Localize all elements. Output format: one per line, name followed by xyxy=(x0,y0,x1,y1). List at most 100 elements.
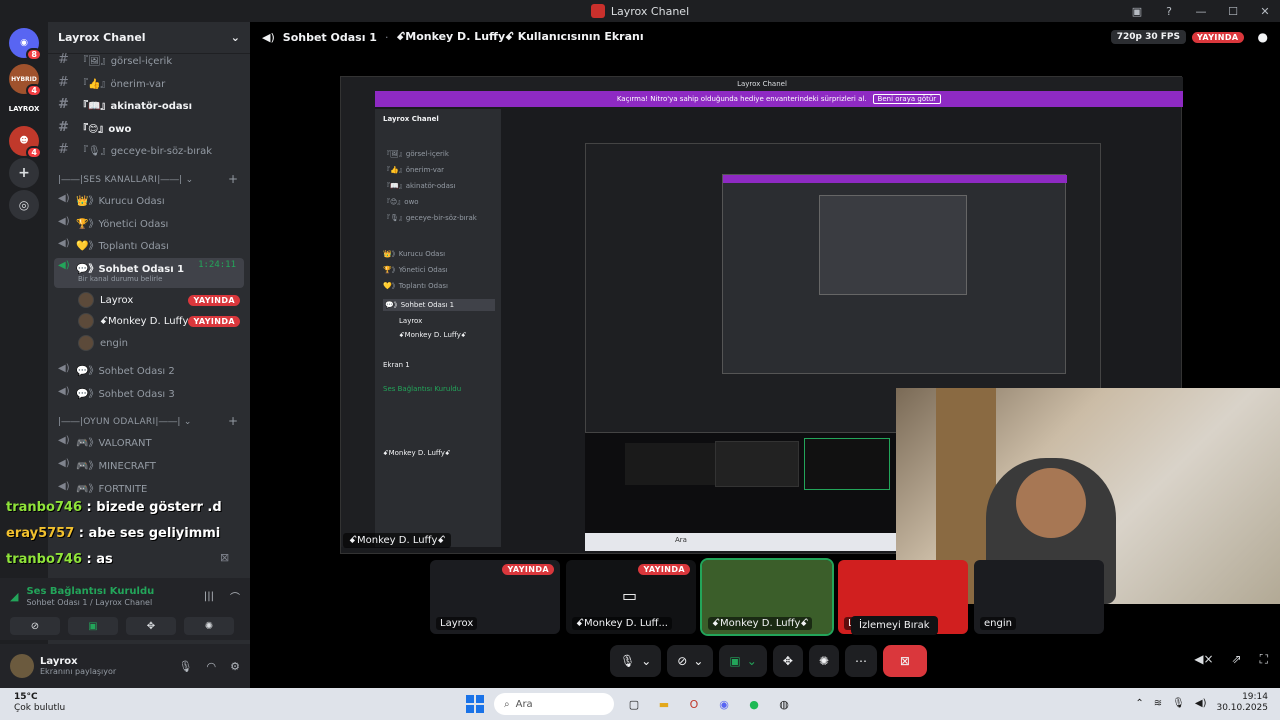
voice-channel-sohbet-3[interactable]: ◀) 💬》Sohbet Odası 3 xyxy=(58,383,175,401)
channel-gorsel-icerik[interactable]: # 『🖼』görsel-içerik xyxy=(58,50,172,68)
activities-icon: ✥ xyxy=(146,620,156,632)
speaker-icon: ◀) xyxy=(262,30,275,44)
voice-member[interactable]: ꗃMonkey D. Luffyꗃ YAYINDA xyxy=(78,312,246,330)
channel-status[interactable]: Bir kanal durumu belirle xyxy=(78,275,162,283)
chevron-down-icon: ⌄ xyxy=(641,654,652,668)
stage-header: ◀) Sohbet Odası 1 · ꗃMonkey D. Luffyꗃ Ku… xyxy=(262,30,1268,44)
task-view-icon[interactable]: ▢ xyxy=(624,694,644,714)
soundboard-button[interactable]: ✺ xyxy=(808,645,839,677)
voice-channel-toplanti[interactable]: ◀) 💛》Toplantı Odası xyxy=(58,235,169,253)
category-oyun-odalari[interactable]: |――|OYUN ODALARI|――| ⌄ xyxy=(58,417,192,427)
popout-icon[interactable]: ⇗ xyxy=(1232,652,1242,667)
inbox-icon[interactable]: ▣ xyxy=(1130,5,1144,18)
screen-share-button[interactable]: ▣ ⌄ xyxy=(719,645,767,677)
voice-channel-valorant[interactable]: ◀) 🎮》VALORANT xyxy=(58,432,152,450)
chevron-down-icon: ⌄ xyxy=(693,654,704,668)
add-server-button[interactable]: + xyxy=(9,158,39,188)
opera-icon[interactable]: O xyxy=(684,694,704,714)
help-icon[interactable]: ? xyxy=(1162,5,1176,18)
network-icon[interactable]: ≋ xyxy=(1154,698,1162,709)
more-button[interactable]: ⋯ xyxy=(844,645,877,677)
microphone-button[interactable]: 🎙 ⌄ xyxy=(610,645,662,677)
home-button[interactable]: ◉ 8 xyxy=(9,28,42,61)
voice-channel-sohbet-1[interactable]: ◀) 💬》Sohbet Odası 1 1:24:11 Bir kanal du… xyxy=(54,258,244,288)
mention-badge: 8 xyxy=(26,48,42,61)
taskbar-search[interactable]: ⌕ Ara xyxy=(494,693,614,715)
participant-tile[interactable]: ꗃMonkey D. Luffyꗃ xyxy=(700,558,834,636)
server-icon-hybrid[interactable]: HYBRID 4 xyxy=(9,64,42,97)
speaker-icon: ◀) xyxy=(58,481,70,492)
nested-screen-3 xyxy=(819,195,967,295)
microphone-icon[interactable]: 🎙 xyxy=(179,660,193,673)
hash-icon: # xyxy=(58,96,69,112)
weather-widget[interactable]: 15°C Çok bulutlu xyxy=(14,692,65,714)
chevron-up-icon[interactable]: ⌃ xyxy=(1135,698,1143,709)
soundboard-button[interactable]: ✺ xyxy=(184,617,234,635)
discover-button[interactable]: ◎ xyxy=(9,190,39,220)
voice-channel-yonetici[interactable]: ◀) 🏆》Yönetici Odası xyxy=(58,213,168,231)
chat-overlay-line: tranbo746 : bizede gösterr .d xyxy=(6,500,222,515)
voice-member[interactable]: Layrox YAYINDA xyxy=(78,291,246,309)
voice-channel-path[interactable]: Sohbet Odası 1 / Layrox Chanel xyxy=(26,598,154,607)
stop-watching-button[interactable]: ⊠ xyxy=(882,645,927,677)
app-logo-icon xyxy=(590,4,605,18)
start-button[interactable] xyxy=(466,695,484,713)
participant-tile[interactable]: engin xyxy=(974,560,1104,634)
chat-overlay-line: eray5757 : abe ses geliyimmi xyxy=(6,526,221,541)
microphone-icon[interactable]: 🎙 xyxy=(1172,698,1185,709)
activities-button[interactable]: ✥ xyxy=(772,645,803,677)
participant-tile[interactable]: YAYINDA Layrox xyxy=(430,560,560,634)
screen-share-icon: ▣ xyxy=(88,620,98,632)
server-icon-layrox[interactable]: LAYROX xyxy=(9,94,39,124)
github-icon[interactable]: ◍ xyxy=(774,694,794,714)
inner-server-list xyxy=(341,91,375,547)
chat-bubble-icon[interactable]: ● xyxy=(1258,30,1268,44)
channel-akinator-odasi[interactable]: # 『📖』akinatör-odası xyxy=(58,95,192,113)
shared-titlebar: Layrox Chanel xyxy=(341,77,1183,91)
speaker-icon: ◀) xyxy=(58,238,70,249)
add-channel-button[interactable]: + xyxy=(228,172,238,186)
camera-off-button[interactable]: ⊘ xyxy=(10,617,60,635)
speaker-icon: ◀) xyxy=(58,458,70,469)
camera-button[interactable]: ⊘ ⌄ xyxy=(667,645,714,677)
fullscreen-icon[interactable]: ⛶ xyxy=(1260,652,1268,667)
close-button[interactable]: ✕ xyxy=(1258,5,1272,18)
speaker-icon: ◀) xyxy=(58,193,70,204)
avatar xyxy=(78,335,94,351)
voice-channel-fortnite[interactable]: ◀) 🎮》FORTNITE xyxy=(58,478,147,496)
file-explorer-icon[interactable]: ▬ xyxy=(654,694,674,714)
avatar[interactable] xyxy=(10,654,34,678)
channel-onerim-var[interactable]: # 『👍』önerim-var xyxy=(58,73,165,91)
clock[interactable]: 19:14 30.10.2025 xyxy=(1216,692,1268,714)
server-icon-active[interactable]: ☻ 4 xyxy=(9,126,42,159)
volume-mute-icon[interactable]: ◀× xyxy=(1194,652,1213,667)
gear-icon[interactable]: ⚙ xyxy=(230,660,240,673)
username: Layrox xyxy=(40,656,78,667)
minimize-button[interactable]: — xyxy=(1194,5,1208,18)
headphones-icon[interactable]: ◠ xyxy=(207,660,217,673)
activities-button[interactable]: ✥ xyxy=(126,617,176,635)
screen-share-button[interactable]: ▣ xyxy=(68,617,118,635)
disconnect-icon[interactable]: ⌒ xyxy=(230,589,240,604)
voice-status[interactable]: Ses Bağlantısı Kuruldu xyxy=(26,586,154,597)
discord-icon: ◉ xyxy=(20,38,28,48)
volume-icon[interactable]: ◀) xyxy=(1195,698,1207,709)
noise-suppression-icon[interactable]: ||| xyxy=(204,591,214,602)
spotify-icon[interactable]: ● xyxy=(744,694,764,714)
add-channel-button[interactable]: + xyxy=(228,414,238,428)
category-ses-kanallari[interactable]: |――|SES KANALLARI|――| ⌄ xyxy=(58,175,194,185)
maximize-button[interactable]: ☐ xyxy=(1226,5,1240,18)
discord-taskbar-icon[interactable]: ◉ xyxy=(714,694,734,714)
mention-badge: 4 xyxy=(26,146,42,159)
hash-icon: # xyxy=(58,51,69,67)
compass-icon: ◎ xyxy=(18,198,30,212)
participant-tile[interactable]: YAYINDA ▭ ꗃMonkey D. Luff... xyxy=(566,560,696,634)
voice-channel-sohbet-2[interactable]: ◀) 💬》Sohbet Odası 2 xyxy=(58,360,175,378)
channel-geceye-bir-soz-birak[interactable]: # 『🎙』geceye-bir-söz-bırak xyxy=(58,140,212,158)
voice-channel-minecraft[interactable]: ◀) 🎮》MINECRAFT xyxy=(58,455,156,473)
voice-channel-kurucu[interactable]: ◀) 👑》Kurucu Odası xyxy=(58,190,165,208)
live-badge: YAYINDA xyxy=(502,564,554,575)
channel-owo[interactable]: # 『😊』owo xyxy=(58,118,131,136)
voice-member[interactable]: engin xyxy=(78,334,246,352)
close-overlay-icon[interactable]: ⊠ xyxy=(220,551,229,564)
